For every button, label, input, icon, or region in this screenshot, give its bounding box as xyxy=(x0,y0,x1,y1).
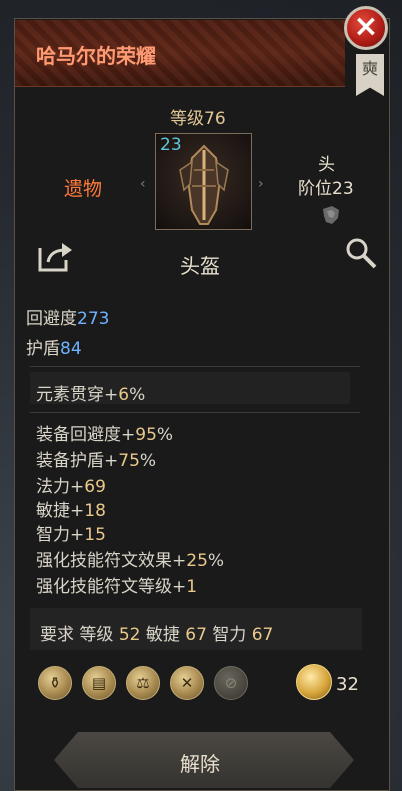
base-stat-shield: 护盾84 xyxy=(26,339,82,359)
divider xyxy=(30,366,360,367)
affix-line: 强化技能符文效果+25% xyxy=(36,551,225,571)
rarity-label: 遗物 xyxy=(64,178,103,200)
slot-label: 头 xyxy=(318,155,335,175)
chest-icon[interactable]: ▤ xyxy=(82,666,116,700)
requirements: 要求 等级 52 敏捷 67 智力 67 xyxy=(40,625,274,645)
affix-line: 强化技能符文等级+1 xyxy=(36,577,198,597)
item-level-badge: 23 xyxy=(160,135,182,155)
affix-line: 装备回避度+95% xyxy=(36,425,174,445)
close-icon[interactable]: × xyxy=(344,6,388,50)
currency-count: 32 xyxy=(336,674,359,695)
currency-orb-icon xyxy=(296,664,332,700)
item-base-name: 头盔 xyxy=(180,254,220,278)
affix-line: 智力+15 xyxy=(36,525,106,545)
tools-icon[interactable]: ✕ xyxy=(170,666,204,700)
item-required-level: 等级76 xyxy=(170,109,226,129)
affix-line: 法力+69 xyxy=(36,477,106,497)
implicit-affix: 元素贯穿+6% xyxy=(36,385,146,405)
frame-left-arrow-icon: ‹ xyxy=(140,176,146,192)
scales-icon[interactable]: ⚖ xyxy=(126,666,160,700)
frame-right-arrow-icon: › xyxy=(258,176,264,192)
pouch-icon[interactable]: ⚱ xyxy=(38,666,72,700)
divider xyxy=(30,412,360,413)
disabled-tool-icon[interactable]: ⊘ xyxy=(214,666,248,700)
magnifier-icon[interactable] xyxy=(344,236,378,270)
share-icon[interactable] xyxy=(38,240,74,272)
dismantle-button-label: 解除 xyxy=(180,752,220,776)
affix-line: 敏捷+18 xyxy=(36,501,106,521)
tier-label: 阶位23 xyxy=(298,179,354,199)
rune-icon xyxy=(323,206,339,224)
item-title: 哈马尔的荣耀 xyxy=(36,44,156,68)
affix-line: 装备护盾+75% xyxy=(36,451,157,471)
base-stat-evasion: 回避度273 xyxy=(26,309,110,329)
